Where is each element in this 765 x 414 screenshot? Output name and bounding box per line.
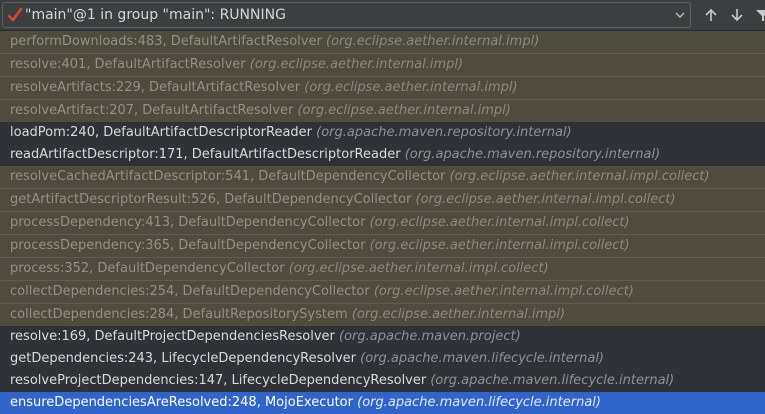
frame-method: collectDependencies:254, DefaultDependen…	[10, 284, 370, 299]
frame-package: (org.eclipse.aether.internal.impl.collec…	[373, 284, 634, 299]
stack-frame[interactable]: resolve:401, DefaultArtifactResolver (or…	[0, 54, 765, 77]
frame-method: performDownloads:483, DefaultArtifactRes…	[10, 34, 322, 49]
chevron-down-icon	[675, 12, 685, 19]
frame-package: (org.eclipse.aether.internal.impl)	[304, 80, 518, 95]
frame-package: (org.eclipse.aether.internal.impl)	[249, 57, 464, 72]
stack-frame[interactable]: readArtifactDescriptor:171, DefaultArtif…	[0, 144, 765, 166]
frame-package: (org.apache.maven.lifecycle.internal)	[430, 373, 675, 388]
stack-frame[interactable]: performDownloads:483, DefaultArtifactRes…	[0, 31, 765, 54]
frame-package: (org.eclipse.aether.internal.impl.collec…	[369, 238, 630, 253]
frame-method: resolveCachedArtifactDescriptor:541, Def…	[10, 169, 446, 184]
frame-package: (org.eclipse.aether.internal.impl.collec…	[449, 169, 710, 184]
stack-frame[interactable]: collectDependencies:284, DefaultReposito…	[0, 304, 765, 326]
stack-frames-list: performDownloads:483, DefaultArtifactRes…	[0, 31, 765, 414]
frame-method: processDependency:413, DefaultDependency…	[10, 215, 366, 230]
stack-frame[interactable]: processDependency:413, DefaultDependency…	[0, 212, 765, 235]
stack-frame[interactable]: resolveArtifact:207, DefaultArtifactReso…	[0, 100, 765, 122]
debugger-frames-toolbar: "main"@1 in group "main": RUNNING	[0, 0, 765, 31]
stack-frame[interactable]: getDependencies:243, LifecycleDependency…	[0, 348, 765, 370]
frame-method: resolveProjectDependencies:147, Lifecycl…	[10, 373, 427, 388]
stack-frame[interactable]: resolve:169, DefaultProjectDependenciesR…	[0, 326, 765, 348]
frame-method: collectDependencies:284, DefaultReposito…	[10, 307, 348, 322]
frame-method: processDependency:365, DefaultDependency…	[10, 238, 366, 253]
frame-method: resolveArtifacts:229, DefaultArtifactRes…	[10, 80, 301, 95]
frame-package: (org.apache.maven.repository.internal)	[316, 125, 572, 140]
thread-selector-label: "main"@1 in group "main": RUNNING	[25, 7, 286, 23]
frame-method: ensureDependenciesAreResolved:248, MojoE…	[10, 395, 353, 410]
frame-method: resolve:401, DefaultArtifactResolver	[10, 57, 246, 72]
filter-icon[interactable]	[755, 6, 765, 24]
frame-method: getArtifactDescriptorResult:526, Default…	[10, 192, 412, 207]
stack-frame[interactable]: processDependency:365, DefaultDependency…	[0, 235, 765, 258]
frame-package: (org.apache.maven.repository.internal)	[404, 147, 661, 162]
frame-package: (org.eclipse.aether.internal.impl)	[297, 103, 511, 118]
frame-method: loadPom:240, DefaultArtifactDescriptorRe…	[10, 125, 313, 140]
frame-package: (org.eclipse.aether.internal.impl.collec…	[288, 261, 549, 276]
stack-frame[interactable]: collectDependencies:254, DefaultDependen…	[0, 281, 765, 304]
frame-package: (org.eclipse.aether.internal.impl)	[351, 307, 566, 322]
stack-frame[interactable]: resolveCachedArtifactDescriptor:541, Def…	[0, 166, 765, 189]
frame-package: (org.eclipse.aether.internal.impl.collec…	[415, 192, 676, 207]
frame-package: (org.apache.maven.lifecycle.internal)	[360, 351, 604, 366]
frame-method: getDependencies:243, LifecycleDependency…	[10, 351, 356, 366]
frame-package: (org.eclipse.aether.internal.impl)	[325, 34, 540, 49]
selected-stack-frame[interactable]: ensureDependenciesAreResolved:248, MojoE…	[0, 392, 765, 414]
frame-method: resolveArtifact:207, DefaultArtifactReso…	[10, 103, 294, 118]
arrow-down-icon[interactable]	[729, 6, 745, 24]
check-icon	[7, 7, 23, 22]
frame-package: (org.eclipse.aether.internal.impl.collec…	[369, 215, 630, 230]
frame-package: (org.apache.maven.lifecycle.internal)	[357, 395, 601, 410]
stack-frame[interactable]: resolveProjectDependencies:147, Lifecycl…	[0, 370, 765, 392]
thread-selector-dropdown[interactable]: "main"@1 in group "main": RUNNING	[2, 2, 691, 28]
stack-frame[interactable]: resolveArtifacts:229, DefaultArtifactRes…	[0, 77, 765, 100]
stack-frame[interactable]: getArtifactDescriptorResult:526, Default…	[0, 189, 765, 212]
frame-method: resolve:169, DefaultProjectDependenciesR…	[10, 329, 335, 344]
stack-frame[interactable]: process:352, DefaultDependencyCollector …	[0, 258, 765, 281]
frame-package: (org.apache.maven.project)	[339, 329, 521, 344]
frame-method: process:352, DefaultDependencyCollector	[10, 261, 285, 276]
frame-method: readArtifactDescriptor:171, DefaultArtif…	[10, 147, 401, 162]
stack-frame[interactable]: loadPom:240, DefaultArtifactDescriptorRe…	[0, 122, 765, 144]
arrow-up-icon[interactable]	[703, 6, 719, 24]
